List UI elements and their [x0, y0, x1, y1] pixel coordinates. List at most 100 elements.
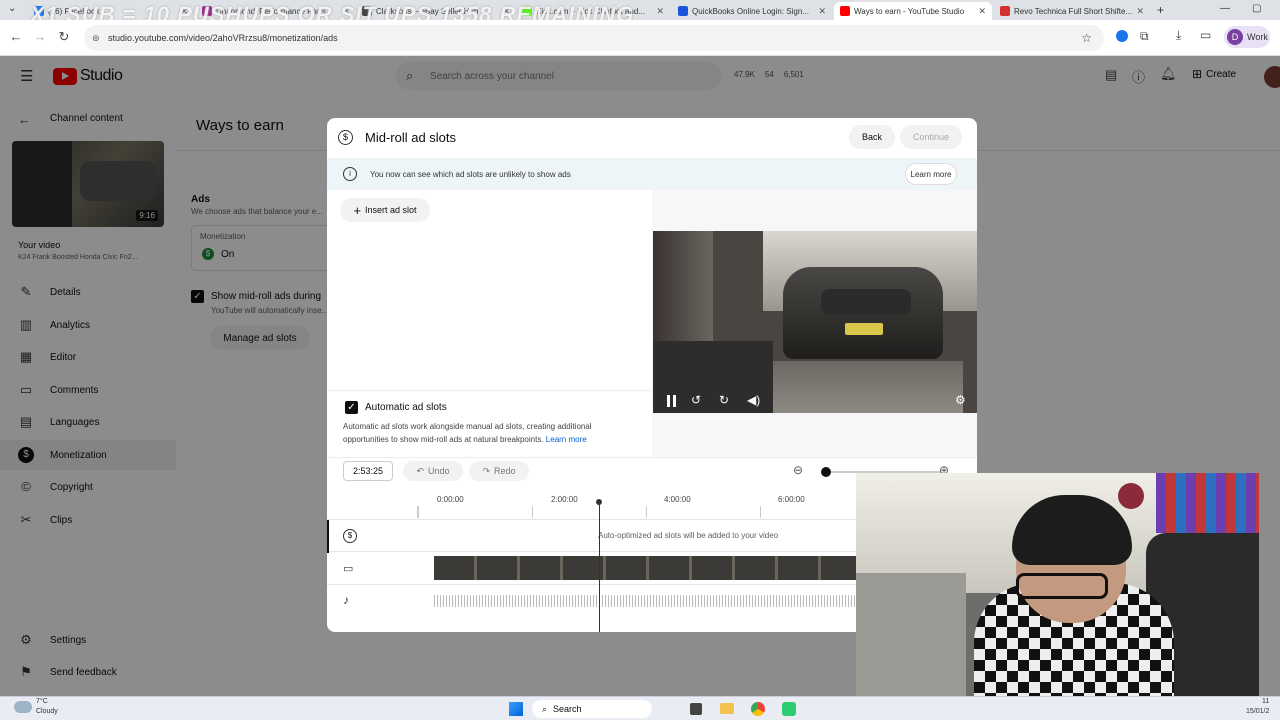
search-icon: ⌕ — [542, 703, 548, 714]
address-bar[interactable]: ⊜ studio.youtube.com/video/2ahoVRrzsu8/m… — [84, 25, 1104, 51]
tab-label: QuickBooks Online Login: Sign... — [692, 6, 809, 16]
cloud-icon — [14, 701, 32, 713]
extension-icon[interactable] — [1116, 30, 1128, 42]
forward-10-icon[interactable]: ↻ — [719, 393, 729, 407]
zoom-slider-thumb[interactable] — [821, 467, 831, 477]
shelf-items — [1156, 473, 1259, 533]
ads-row-message: Auto-optimized ad slots will be added to… — [598, 531, 779, 540]
number-plate — [845, 323, 883, 335]
close-icon[interactable]: ✕ — [656, 6, 664, 17]
continue-button[interactable]: Continue — [900, 125, 962, 149]
browser-tab[interactable]: Revo Technica Full Short Shifte... ✕ — [994, 2, 1150, 20]
automatic-ad-slots-checkbox[interactable]: ✓ — [345, 401, 358, 414]
playhead[interactable] — [599, 502, 600, 632]
beanie-pompom — [1118, 483, 1144, 509]
close-icon[interactable]: ✕ — [1136, 6, 1144, 17]
site-info-icon[interactable]: ⊜ — [92, 33, 100, 44]
dollar-icon: $ — [343, 529, 357, 543]
current-time-field[interactable]: 2:53:25 — [343, 461, 393, 481]
chrome-icon[interactable] — [751, 702, 765, 716]
download-icon[interactable]: ⤓ — [1176, 28, 1181, 43]
rewind-10-icon[interactable]: ↺ — [691, 393, 701, 407]
task-view-icon[interactable] — [690, 703, 702, 715]
close-icon[interactable]: ✕ — [978, 6, 986, 17]
back-arrow-icon[interactable]: ← — [8, 29, 24, 45]
insert-ad-slot-button[interactable]: + Insert ad slot — [340, 198, 430, 222]
profile-avatar: D — [1227, 29, 1243, 45]
timeline-tick: 2:00:00 — [551, 495, 578, 504]
dollar-icon: $ — [338, 130, 353, 145]
info-banner: i You now can see which ad slots are unl… — [327, 158, 977, 190]
taskbar-search-label: Search — [553, 704, 582, 714]
taskbar-search[interactable]: ⌕ Search — [532, 700, 652, 718]
printer-stack — [856, 573, 966, 699]
audio-waveform — [434, 595, 857, 607]
dialog-title: Mid-roll ad slots — [365, 130, 457, 145]
new-tab-icon[interactable]: + — [1157, 3, 1164, 17]
browser-tab-active[interactable]: Ways to earn - YouTube Studio ✕ — [834, 2, 992, 20]
tab-favicon — [678, 6, 688, 16]
glasses — [1016, 573, 1108, 599]
video-camera-icon: ▭ — [343, 563, 354, 575]
undo-label: Undo — [428, 466, 450, 476]
tab-label: Revo Technica Full Short Shifte... — [1014, 6, 1133, 16]
sidepanel-icon[interactable]: ▭ — [1200, 28, 1211, 42]
webcam-overlay — [856, 473, 1259, 699]
profile-label: Work — [1247, 32, 1268, 42]
timeline-tick: 4:00:00 — [664, 495, 691, 504]
row-selected-indicator — [327, 520, 329, 553]
reload-icon[interactable]: ↻ — [56, 29, 72, 45]
windows-taskbar: 7°C Cloudy ⌕ Search 11 15/01/2 — [0, 696, 1280, 720]
volume-icon[interactable]: ◀︎) — [747, 393, 760, 407]
learn-more-button[interactable]: Learn more — [905, 163, 957, 185]
video-frames-strip — [434, 556, 857, 580]
audio-track: ♪ — [327, 585, 857, 618]
tab-favicon — [1000, 6, 1010, 16]
profile-button[interactable]: D Work — [1224, 26, 1270, 48]
timeline-tick: 0:00:00 — [437, 495, 464, 504]
auto-learn-more-link[interactable]: Learn more — [546, 435, 587, 444]
close-icon[interactable]: ✕ — [818, 6, 826, 17]
weather-temp: 7°C — [36, 698, 48, 705]
bookmark-star-icon[interactable]: ☆ — [1081, 31, 1092, 45]
app-icon[interactable] — [782, 702, 796, 716]
info-text: You now can see which ad slots are unlik… — [370, 169, 571, 179]
tab-label: Ways to earn - YouTube Studio — [854, 6, 965, 16]
maximize-icon[interactable]: ▢ — [1252, 3, 1261, 14]
tab-search-icon[interactable]: ⌄ — [8, 3, 16, 14]
back-button[interactable]: Back — [849, 125, 895, 149]
file-explorer-icon[interactable] — [720, 703, 734, 714]
automatic-ad-slots-description: Automatic ad slots work alongside manual… — [343, 420, 633, 446]
youtube-favicon — [840, 6, 850, 16]
plus-icon: + — [353, 202, 362, 218]
undo-button[interactable]: ↶ Undo — [403, 461, 463, 481]
gear-icon[interactable]: ⚙ — [955, 393, 966, 407]
windows-start-icon[interactable] — [509, 702, 523, 716]
playhead-handle[interactable] — [596, 499, 602, 505]
clock-date: 15/01/2 — [1246, 708, 1270, 715]
zoom-out-icon[interactable]: ⊖ — [793, 463, 803, 477]
info-icon: i — [343, 167, 357, 181]
browser-toolbar: ← → ↻ ⊜ studio.youtube.com/video/2ahoVRr… — [0, 20, 1280, 56]
video-track: ▭ — [327, 552, 857, 585]
automatic-ad-slots-label: Automatic ad slots — [365, 402, 447, 413]
insert-ad-slot-label: Insert ad slot — [365, 205, 417, 215]
divider — [327, 390, 652, 391]
clock-time: 11 — [1262, 698, 1270, 705]
forward-arrow-icon[interactable]: → — [32, 29, 48, 45]
redo-icon: ↷ — [482, 465, 491, 476]
timeline-ruler — [417, 506, 857, 518]
ads-track: $ Auto-optimized ad slots will be added … — [327, 519, 857, 553]
video-preview[interactable]: ↺ ↻ ◀︎) ⚙ — [653, 231, 977, 413]
url-text: studio.youtube.com/video/2ahoVRrzsu8/mon… — [108, 33, 338, 43]
divider — [327, 457, 977, 458]
browser-tab[interactable]: QuickBooks Online Login: Sign... ✕ — [672, 2, 832, 20]
undo-icon: ↶ — [416, 465, 425, 476]
extensions-puzzle-icon[interactable]: ⧉ — [1140, 29, 1149, 44]
dyno-ramp — [773, 361, 963, 413]
minimize-icon[interactable]: — — [1220, 3, 1230, 14]
pause-icon[interactable] — [667, 395, 677, 407]
redo-label: Redo — [494, 466, 516, 476]
weather-desc: Cloudy — [36, 708, 58, 715]
redo-button[interactable]: ↷ Redo — [469, 461, 529, 481]
